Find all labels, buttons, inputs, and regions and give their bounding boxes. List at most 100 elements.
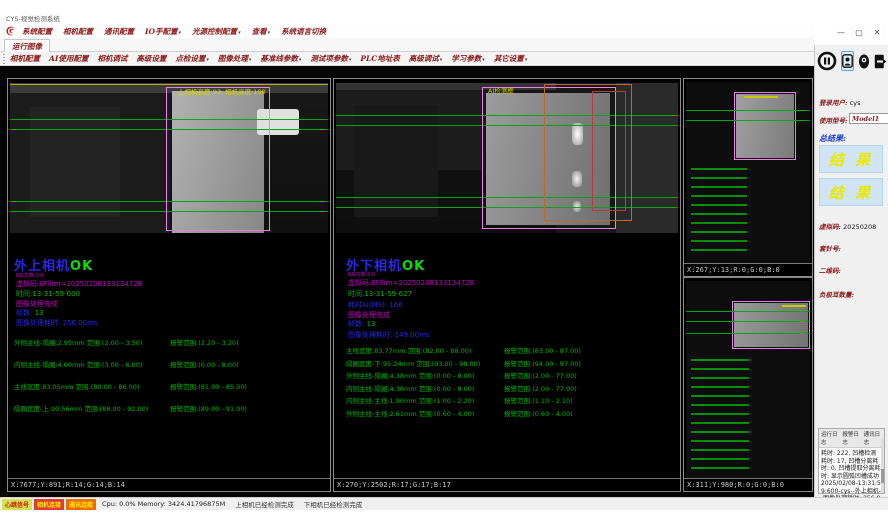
menu-item[interactable]: 系统配置 — [22, 26, 52, 37]
status-ok: OK — [402, 259, 425, 274]
menu-item[interactable]: 查看▾ — [252, 26, 271, 37]
chevron-down-icon: ▾ — [299, 57, 302, 63]
status-ok: OK — [70, 259, 93, 274]
window-controls: — ▢ ✕ — [832, 25, 886, 40]
workspace: 上相机高度:93, 相机高度:100 外上相机OK NG次数:0/0 虚拟码:0… — [0, 66, 814, 497]
log-text[interactable]: 耗时: 222, 凹槽检测耗时: 17, 凹槽分离耗时: 0, 凹槽提取分离耗时… — [819, 448, 884, 502]
measurement-row: 外侧主线-隔圈:4.38mm 范围:(0.00 - 9.00) 报警范围:(2.… — [346, 370, 678, 383]
app-window: CYS-视觉检测系统 系统配置 相机配置 通讯配置 IO手配置▾ 光源控制配置▾… — [0, 0, 888, 522]
camera-view-lower[interactable]: AI检测框 — [336, 83, 678, 233]
chevron-down-icon: ▾ — [206, 57, 209, 63]
measurement-row: 主线宽度:83.77mm 范围:(82.00 - 88.00) 报警范围:(83… — [346, 345, 678, 358]
measurement-row: 隔圈宽度-下:95.24mm 范围:(93.00 - 98.00) 报警范围:(… — [346, 358, 678, 371]
login-user-row: 登录用户: cys — [819, 97, 860, 107]
result-text-mini — [691, 359, 749, 469]
toolbar-item[interactable]: PLC地址表 — [360, 53, 399, 64]
roi-rectangle — [166, 87, 270, 231]
overlay-line — [686, 333, 810, 334]
cpu-memory-readout: Cpu: 0.0% Memory: 3424.41796875M — [102, 500, 225, 508]
menu-bar: 系统配置 相机配置 通讯配置 IO手配置▾ 光源控制配置▾ 查看▾ 系统语言切换 — [0, 24, 814, 38]
menu-item[interactable]: 光源控制配置▾ — [192, 26, 241, 37]
status-bar: 心跳信号相机连接通讯连接 Cpu: 0.0% Memory: 3424.4179… — [0, 497, 888, 510]
camera-panel-upper: 上相机高度:93, 相机高度:100 外上相机OK NG次数:0/0 虚拟码:0… — [7, 78, 331, 492]
pause-button[interactable] — [817, 50, 837, 72]
login-user-value: cys — [850, 99, 861, 107]
overlay-line — [686, 110, 810, 111]
thumbnail-view-top[interactable] — [686, 82, 810, 264]
toolbar-item[interactable]: 学习参数▾ — [451, 53, 485, 64]
log-scrollbar[interactable] — [881, 439, 884, 493]
toolbar: 相机配置 AI使用配置 相机调试 高级设置 点检设置▾ 图像处理▾ 基准线参数▾… — [0, 52, 814, 66]
minimize-button[interactable]: — — [832, 25, 850, 40]
ai-time-line: 耗时AI(MS): 166 — [348, 300, 403, 310]
maximize-button[interactable]: ▢ — [850, 25, 868, 40]
overlay-line — [686, 311, 810, 312]
toolbar-item[interactable]: 高级调试▾ — [409, 53, 443, 64]
chevron-down-icon: ▾ — [179, 30, 182, 36]
menu-item[interactable]: IO手配置▾ — [145, 26, 181, 37]
overlay-label — [744, 96, 778, 98]
elapsed-line: 图像处理耗时: 149.00ms — [348, 330, 430, 340]
tab-strip: 运行图像 — [0, 38, 814, 52]
toolbar-item[interactable]: 图像处理▾ — [218, 53, 252, 64]
window-title: CYS-视觉检测系统 — [6, 13, 60, 23]
toolbar-item[interactable]: 点检设置▾ — [175, 53, 209, 64]
menu-item[interactable]: 相机配置 — [63, 26, 93, 37]
machinery-silhouette — [354, 105, 438, 217]
ng-counter: NG次数:0/0 — [16, 272, 43, 279]
qr-code-row: 二维码: — [819, 265, 841, 275]
camera-view-upper[interactable]: 上相机高度:93, 相机高度:100 — [10, 83, 328, 233]
toolbar-item[interactable]: AI使用配置 — [49, 53, 88, 64]
log-panel: 运行日志报警日志通讯日志 耗时: 222, 凹槽检测耗时: 17, 凹槽分离耗时… — [818, 428, 885, 494]
tab-run-image[interactable]: 运行图像 — [4, 39, 50, 52]
chevron-down-icon: ▾ — [482, 57, 485, 63]
total-result-label: 总结果: — [819, 133, 846, 144]
virtual-code-row: 虚拟码: 20250208 — [819, 221, 876, 231]
menu-item[interactable]: 系统语言切换 — [281, 26, 326, 37]
log-tab[interactable]: 通讯日志 — [864, 430, 882, 446]
measurement-list: 主线宽度:83.77mm 范围:(82.00 - 88.00) 报警范围:(83… — [346, 345, 678, 420]
chevron-down-icon: ▾ — [268, 30, 271, 36]
chevron-down-icon: ▾ — [440, 57, 443, 63]
ai-detect-label: AI检测框 — [488, 85, 514, 95]
app-logo-icon — [5, 25, 17, 37]
menu-items: 系统配置 相机配置 通讯配置 IO手配置▾ 光源控制配置▾ 查看▾ 系统语言切换 — [22, 24, 326, 38]
toolbar-item[interactable]: 相机调试 — [97, 53, 127, 64]
roi-rectangle — [732, 301, 810, 349]
toolbar-item[interactable]: 高级设置 — [136, 53, 166, 64]
measurement-row: 主线宽度:83.05mm 范围:(80.00 - 86.00) 报警范围:(81… — [14, 381, 328, 403]
result-text-mini — [691, 168, 747, 258]
tab-count-row: 负极耳数量: — [819, 289, 854, 299]
camera-live-button[interactable] — [841, 51, 854, 71]
pixel-coordinates-bar: X:311;Y:980;R:0;G:0;B:0 — [684, 478, 812, 491]
log-tab[interactable]: 运行日志 — [821, 430, 839, 446]
exit-button[interactable] — [874, 51, 887, 71]
menu-item[interactable]: 通讯配置 — [104, 26, 134, 37]
ng-counter: NG次数:0/0 — [348, 271, 375, 278]
toolbar-item[interactable]: 其它设置▾ — [494, 53, 528, 64]
measurement-row: 内侧主线-隔圈:4.60mm 范围:(3.00 - 6.00) 报警范围:(0.… — [14, 359, 328, 381]
measurement-list: 外侧主线-隔圈:2.95mm 范围:(2.00 - 3.50) 报警范围:(2.… — [14, 337, 328, 425]
toolbar-item[interactable]: 相机配置 — [10, 53, 40, 64]
model-select[interactable]: Model1 — [849, 113, 888, 124]
measurement-row: 外侧主线-隔圈:2.95mm 范围:(2.00 - 3.50) 报警范围:(2.… — [14, 337, 328, 359]
thumbnail-view-bottom[interactable] — [686, 281, 810, 479]
snapshot-button[interactable] — [858, 51, 870, 71]
time-line: 时间:13-31-59-600 — [16, 289, 80, 299]
needle-number-row: 套针号: — [819, 243, 841, 253]
overlay-line — [686, 120, 810, 121]
measurement-row: 内侧主线-隔圈:4.38mm 范围:(0.00 - 9.00) 报警范围:(2.… — [346, 383, 678, 396]
elapsed-line: 图像处理耗时: 256.00ms — [16, 318, 98, 328]
thumbnail-panel-bottom: X:311;Y:980;R:0;G:0;B:0 — [683, 277, 813, 492]
lower-camera-status: 下相机已经检测完成 — [304, 499, 363, 509]
close-button[interactable]: ✕ — [868, 25, 886, 40]
overlay-label: 上相机高度:93, 相机高度:100 — [178, 86, 266, 96]
toolbar-item[interactable]: 基准线参数▾ — [260, 53, 301, 64]
toolbar-drag-handle[interactable] — [3, 54, 5, 64]
result-badge: 结 果 — [819, 178, 883, 206]
upper-camera-status: 上相机已经检测完成 — [235, 499, 294, 509]
log-tab[interactable]: 报警日志 — [842, 430, 860, 446]
status-badge: 相机连接 — [34, 499, 64, 510]
toolbar-item[interactable]: 测试项参数▾ — [310, 53, 351, 64]
frame-count-line: 帧数: 13 — [16, 308, 44, 318]
